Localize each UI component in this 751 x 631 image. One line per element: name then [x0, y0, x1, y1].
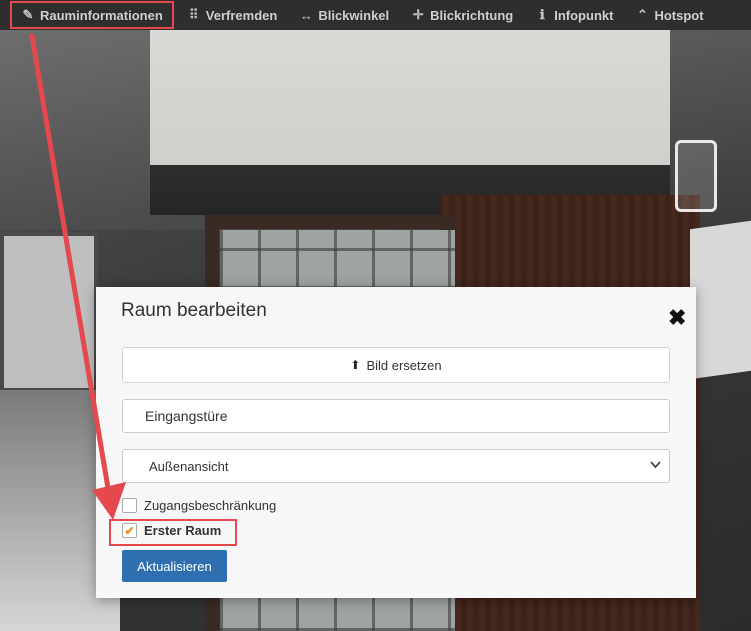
update-button[interactable]: Aktualisieren [122, 550, 227, 582]
select-value: Außenansicht [149, 458, 229, 474]
access-restriction-label: Zugangsbeschränkung [144, 498, 277, 513]
tool-label: Hotspot [654, 7, 704, 23]
tool-hotspot[interactable]: ⌃ Hotspot [626, 1, 712, 29]
room-category-select[interactable]: Außenansicht [122, 449, 670, 483]
tool-label: Rauminformationen [40, 7, 163, 23]
tool-label: Blickrichtung [430, 7, 514, 23]
tool-label: Blickwinkel [318, 7, 390, 23]
tool-label: Verfremden [205, 7, 278, 23]
chevron-down-icon [650, 459, 661, 473]
tool-verfremden[interactable]: ⠿ Verfremden [178, 1, 287, 29]
grid-dots-icon: ⠿ [189, 7, 199, 22]
tool-blickrichtung[interactable]: ✛ Blickrichtung [402, 1, 522, 29]
tool-blickwinkel[interactable]: ↔ Blickwinkel [290, 1, 398, 29]
horizontal-resize-icon: ↔ [299, 7, 313, 23]
close-icon[interactable]: ✖ [668, 307, 686, 329]
first-room-highlight [109, 519, 237, 546]
editor-toolbar: ✎ Rauminformationen ⠿ Verfremden ↔ Blick… [0, 0, 751, 30]
access-restriction-checkbox[interactable] [122, 498, 137, 513]
ceiling-slab [150, 30, 670, 165]
modal-title: Raum bearbeiten [121, 300, 267, 321]
tool-label: Infopunkt [554, 7, 614, 23]
info-icon: ℹ [539, 7, 545, 22]
replace-image-button[interactable]: ⬆ Bild ersetzen [122, 347, 670, 383]
edit-room-modal: Raum bearbeiten ✖ ⬆ Bild ersetzen Außena… [96, 287, 696, 598]
move-arrows-icon: ✛ [412, 7, 424, 22]
chevron-up-circle-icon: ⌃ [637, 7, 648, 22]
pencil-icon: ✎ [22, 7, 34, 22]
wall-lamp [675, 140, 717, 212]
left-window [0, 232, 98, 392]
tool-rauminformationen[interactable]: ✎ Rauminformationen [10, 1, 174, 29]
replace-image-label: Bild ersetzen [366, 357, 442, 373]
upload-icon: ⬆ [350, 358, 361, 372]
access-restriction-row[interactable]: Zugangsbeschränkung [122, 498, 276, 513]
tool-infopunkt[interactable]: ℹ Infopunkt [526, 1, 622, 29]
right-wall-panel [690, 220, 751, 380]
room-name-input[interactable] [122, 399, 670, 433]
